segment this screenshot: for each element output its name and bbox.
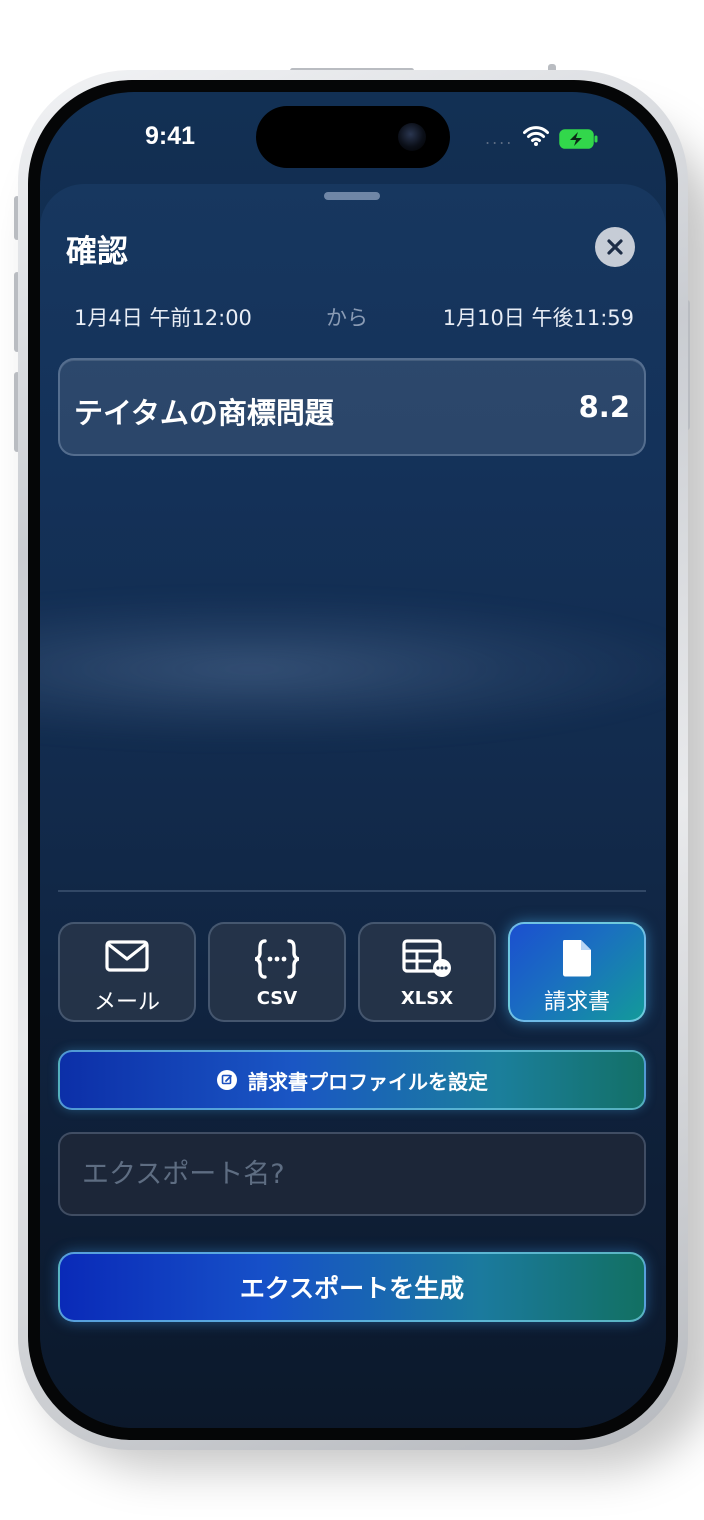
export-xlsx-label: XLSX [400,988,454,1009]
envelope-icon [105,940,149,972]
date-separator: から [326,306,368,330]
status-time: 9:41 [144,122,196,150]
wifi-icon [523,126,550,150]
item-name: テイタムの商標問題 [74,396,334,430]
document-icon [563,940,591,977]
confirm-sheet: 確認 1月4日 午前12:00 から 1月10日 午後11:59 テイタムの商標… [40,184,666,1428]
date-range: 1月4日 午前12:00 から 1月10日 午後11:59 [74,302,634,334]
dynamic-island [256,106,450,168]
close-button[interactable] [595,227,635,267]
braces-icon [254,939,300,979]
status-icons: .... [485,125,598,151]
export-name-input[interactable] [58,1132,646,1216]
export-csv-button[interactable]: CSV [208,922,346,1022]
item-hours: 8.2 [578,390,630,424]
spreadsheet-icon [402,939,451,977]
screen: 9:41 .... 確認 1月4日 午前12:00 から 1月10日 午後11:… [40,92,666,1428]
front-camera [398,123,426,151]
edit-icon [217,1070,237,1090]
sheet-grabber[interactable] [324,192,380,200]
sheet-title: 確認 [66,234,128,270]
export-invoice-button[interactable]: 請求書 [508,922,646,1022]
set-invoice-profile-button[interactable]: 請求書プロファイルを設定 [58,1050,646,1110]
export-csv-label: CSV [256,988,298,1009]
generate-export-label: エクスポートを生成 [239,1274,465,1303]
start-date[interactable]: 1月4日 午前12:00 [74,302,252,332]
set-invoice-profile-label: 請求書プロファイルを設定 [248,1069,488,1094]
battery-charging-icon [559,128,598,149]
background-blur [40,594,666,744]
divider [58,890,646,892]
end-date[interactable]: 1月10日 午後11:59 [443,302,634,332]
generate-export-button[interactable]: エクスポートを生成 [58,1252,646,1322]
close-icon [607,239,623,255]
export-email-button[interactable]: メール [58,922,196,1022]
export-xlsx-button[interactable]: XLSX [358,922,496,1022]
signal-icon: .... [485,128,514,148]
list-item[interactable]: テイタムの商標問題 8.2 [58,358,646,456]
export-email-label: メール [93,990,160,1015]
export-invoice-label: 請求書 [543,990,610,1015]
